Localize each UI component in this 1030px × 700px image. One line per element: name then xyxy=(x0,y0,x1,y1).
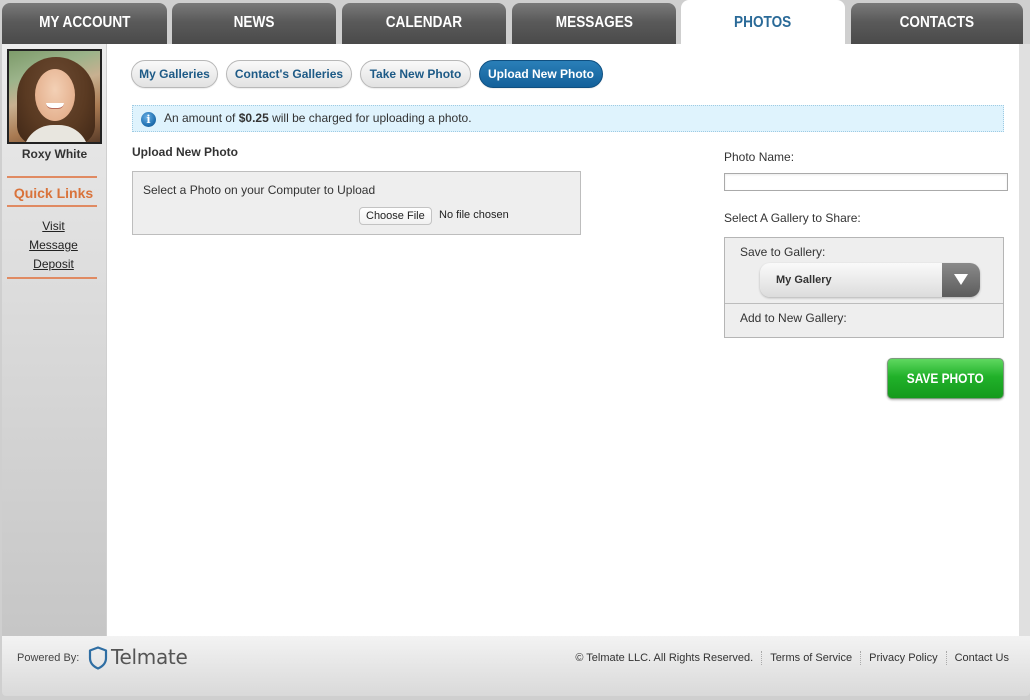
chevron-down-icon xyxy=(954,274,968,285)
gallery-select[interactable]: My Gallery xyxy=(760,263,980,297)
divider xyxy=(725,303,1003,304)
gallery-options-panel: Save to Gallery: My Gallery Add to New G… xyxy=(724,237,1004,338)
photo-name-input[interactable] xyxy=(724,173,1008,191)
notice-prefix: An amount of xyxy=(164,111,239,125)
save-to-gallery-label: Save to Gallery: xyxy=(740,245,826,259)
contact-us-link[interactable]: Contact Us xyxy=(955,652,1009,664)
upload-instructions: Select a Photo on your Computer to Uploa… xyxy=(143,183,376,197)
tab-label: NEWS xyxy=(233,14,275,31)
privacy-policy-link[interactable]: Privacy Policy xyxy=(869,652,937,664)
contacts-galleries-button[interactable]: Contact's Galleries xyxy=(226,60,352,88)
upload-fee-notice: i An amount of $0.25 will be charged for… xyxy=(132,105,1004,132)
tab-photos[interactable]: PHOTOS xyxy=(681,0,845,44)
quick-links-title: Quick Links xyxy=(13,185,94,201)
file-status: No file chosen xyxy=(439,209,509,221)
add-new-gallery-label: Add to New Gallery: xyxy=(740,311,847,325)
take-new-photo-button[interactable]: Take New Photo xyxy=(360,60,471,88)
footer-links: © Telmate LLC. All Rights Reserved. Term… xyxy=(575,651,1009,665)
separator xyxy=(761,651,763,665)
tab-contacts[interactable]: CONTACTS xyxy=(851,3,1023,44)
photo-name-label: Photo Name: xyxy=(724,150,795,164)
notice-suffix: will be charged for uploading a photo. xyxy=(268,111,472,125)
tab-calendar[interactable]: CALENDAR xyxy=(342,3,506,44)
quick-links-list: Visit Message Deposit xyxy=(2,217,105,274)
tab-messages[interactable]: MESSAGES xyxy=(512,3,676,44)
separator xyxy=(945,651,947,665)
info-icon: i xyxy=(141,112,156,127)
shield-icon xyxy=(88,646,108,670)
tab-label: CALENDAR xyxy=(385,14,463,31)
avatar-face xyxy=(35,69,75,121)
upload-new-photo-button[interactable]: Upload New Photo xyxy=(479,60,603,88)
divider xyxy=(7,277,97,279)
tab-label: CONTACTS xyxy=(899,14,975,31)
copyright-text: © Telmate LLC. All Rights Reserved. xyxy=(575,652,754,664)
separator xyxy=(860,651,862,665)
powered-by-label: Powered By: xyxy=(17,652,80,664)
gallery-select-value: My Gallery xyxy=(776,274,832,286)
divider xyxy=(7,176,97,178)
save-photo-button[interactable]: SAVE PHOTO xyxy=(887,358,1004,399)
file-upload-panel: Select a Photo on your Computer to Uploa… xyxy=(132,171,581,235)
quick-link-deposit[interactable]: Deposit xyxy=(2,255,105,274)
terms-of-service-link[interactable]: Terms of Service xyxy=(770,652,852,664)
tab-label: MESSAGES xyxy=(555,14,633,31)
right-gutter xyxy=(1019,44,1030,636)
divider xyxy=(7,205,97,207)
sidebar: Roxy White Quick Links Visit Message Dep… xyxy=(2,44,107,636)
tab-label: PHOTOS xyxy=(734,14,792,31)
select-gallery-label: Select A Gallery to Share: xyxy=(724,211,861,225)
tab-my-account[interactable]: MY ACCOUNT xyxy=(2,3,167,44)
my-galleries-button[interactable]: My Galleries xyxy=(131,60,218,88)
quick-link-message[interactable]: Message xyxy=(2,236,105,255)
avatar xyxy=(7,49,102,144)
section-title: Upload New Photo xyxy=(132,145,238,159)
save-photo-label: SAVE PHOTO xyxy=(907,370,984,386)
fee-amount: $0.25 xyxy=(238,111,269,125)
telmate-logo: Telmate xyxy=(111,645,188,669)
footer: Powered By: Telmate © Telmate LLC. All R… xyxy=(2,636,1030,696)
tab-news[interactable]: NEWS xyxy=(172,3,336,44)
main-content: My Galleries Contact's Galleries Take Ne… xyxy=(107,44,1019,636)
dropdown-toggle[interactable] xyxy=(942,263,980,297)
tab-label: MY ACCOUNT xyxy=(38,14,131,31)
quick-link-visit[interactable]: Visit xyxy=(2,217,105,236)
user-name: Roxy White xyxy=(21,147,88,161)
choose-file-button[interactable]: Choose File xyxy=(359,207,432,225)
main-nav-tabs: MY ACCOUNT NEWS CALENDAR MESSAGES PHOTOS… xyxy=(0,0,1030,44)
